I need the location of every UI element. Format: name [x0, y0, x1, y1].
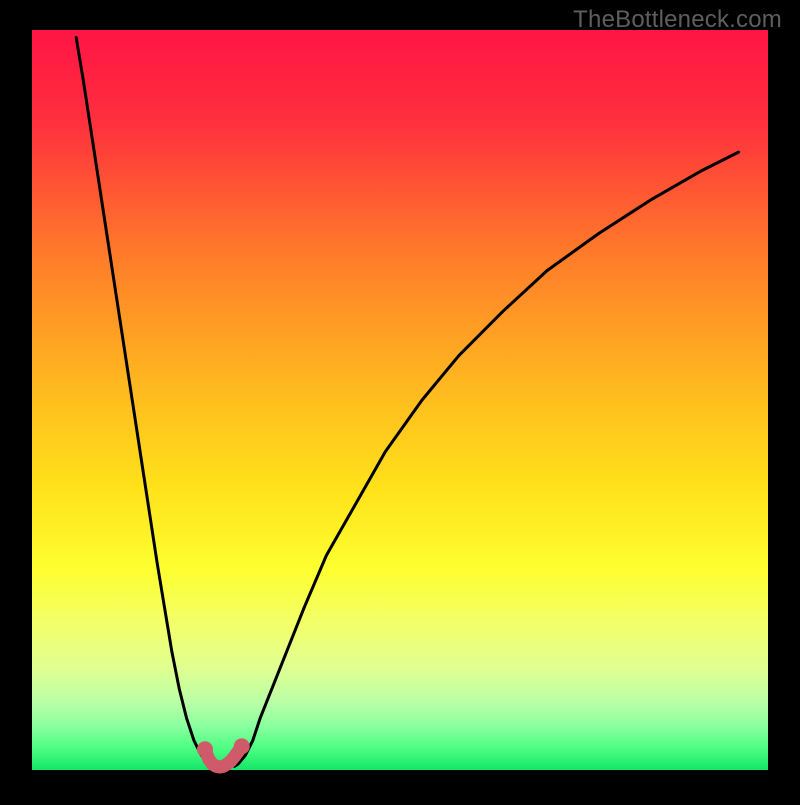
plot-background — [32, 30, 768, 770]
highlight-dot-right — [234, 738, 250, 754]
highlight-dot-left — [197, 741, 213, 757]
chart-svg — [0, 0, 800, 800]
watermark-text: TheBottleneck.com — [573, 6, 782, 34]
bottleneck-chart — [0, 0, 800, 800]
